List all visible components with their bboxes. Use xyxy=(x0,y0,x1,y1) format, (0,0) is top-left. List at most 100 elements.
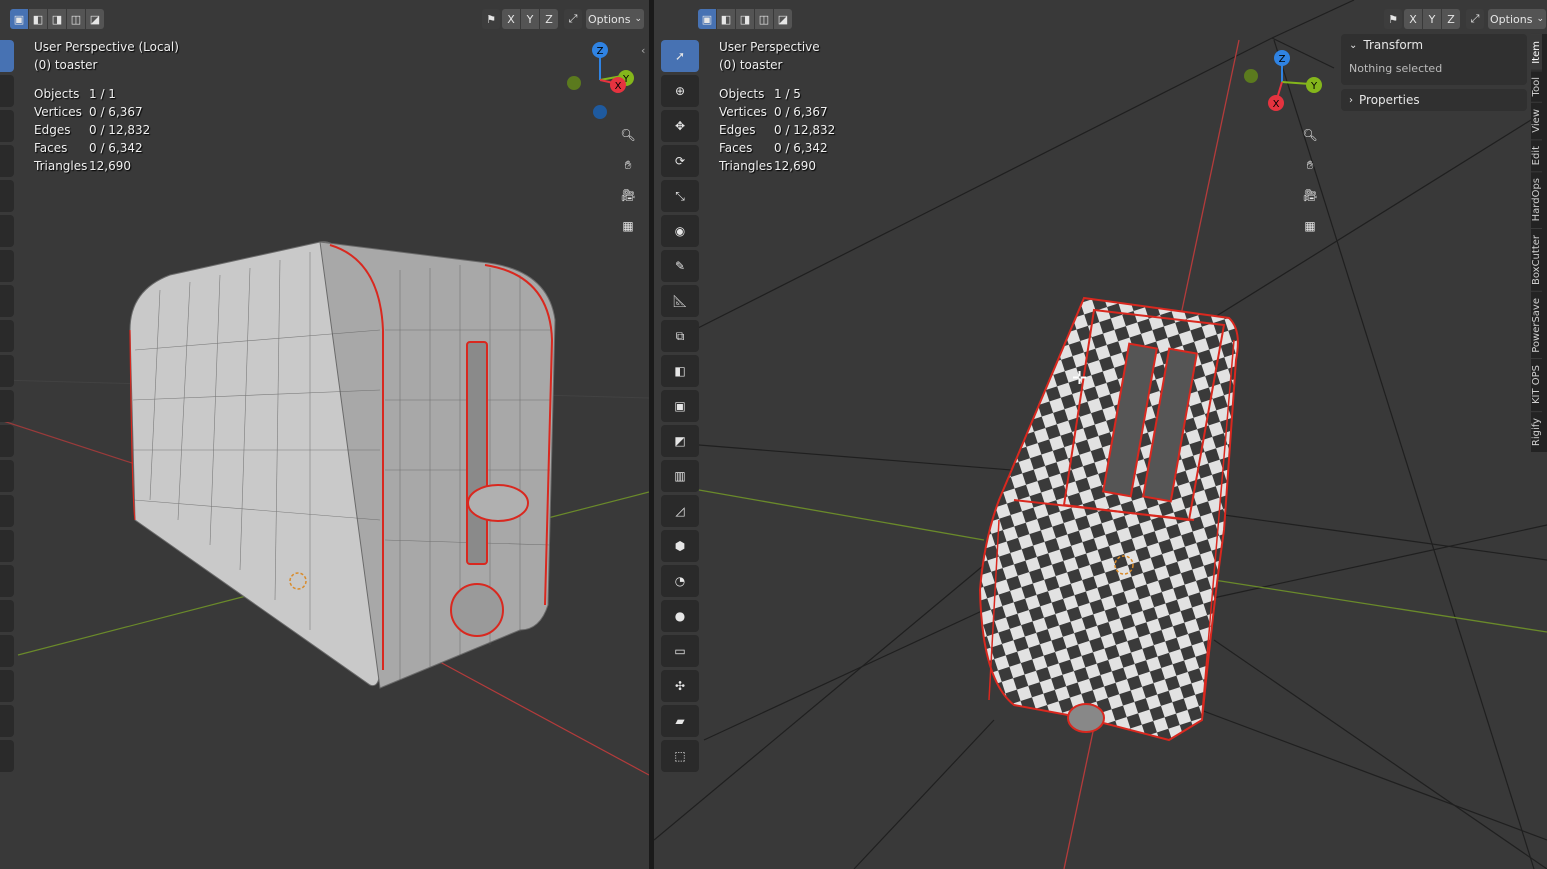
snap-icon[interactable]: ⤢ xyxy=(1466,9,1484,29)
select-box-tool[interactable] xyxy=(0,40,14,72)
camera-icon[interactable]: 🎥︎ xyxy=(615,182,641,208)
extrude-tool[interactable] xyxy=(0,355,14,387)
rotate-tool[interactable]: ⟳ xyxy=(661,145,699,177)
shear-tool[interactable]: ▰ xyxy=(661,705,699,737)
stat-label: Objects xyxy=(719,87,765,101)
bevel-tool[interactable] xyxy=(0,425,14,457)
select-subtract-button[interactable]: ◨ xyxy=(48,9,66,29)
zoom-icon[interactable]: 🔍︎ xyxy=(1297,122,1323,148)
add-cube-tool[interactable] xyxy=(0,320,14,352)
select-subtract-button[interactable]: ◨ xyxy=(736,9,754,29)
left-header-right: ⚑ X Y Z ⤢ Options ⌄ xyxy=(482,6,644,32)
transform-panel-header[interactable]: ⌄ Transform xyxy=(1341,34,1527,56)
axis-z-toggle[interactable]: Z xyxy=(1442,9,1460,29)
inset-tool[interactable]: ▣ xyxy=(661,390,699,422)
inset-tool[interactable] xyxy=(0,390,14,422)
stat-row: Triangles 12,690 xyxy=(34,157,150,175)
axis-x-toggle[interactable]: X xyxy=(1404,9,1422,29)
select-invert-button[interactable]: ◫ xyxy=(755,9,773,29)
move-tool[interactable] xyxy=(0,110,14,142)
extrude-tool[interactable]: ◧ xyxy=(661,355,699,387)
select-intersect-button[interactable]: ◪ xyxy=(86,9,104,29)
options-dropdown[interactable]: Options ⌄ xyxy=(1488,9,1546,29)
loop-cut-tool[interactable] xyxy=(0,460,14,492)
select-invert-button[interactable]: ◫ xyxy=(67,9,85,29)
edge-slide-tool[interactable] xyxy=(0,635,14,667)
left-viewport[interactable]: ▣ ◧ ◨ ◫ ◪ ⚑ X Y Z ⤢ Options ⌄ User Persp… xyxy=(0,0,649,869)
bevel-tool[interactable]: ◩ xyxy=(661,425,699,457)
chevron-down-icon: ⌄ xyxy=(1536,14,1544,24)
shrink-tool[interactable] xyxy=(0,670,14,702)
gizmo-z-label: Z xyxy=(597,46,604,57)
right-viewport[interactable]: ✛ ▣ ◧ ◨ ◫ ◪ ⚑ X Y Z ⤢ Options ⌄ User Per… xyxy=(654,0,1547,869)
mirror-icon[interactable]: ⚑ xyxy=(1384,9,1402,29)
cursor-tool[interactable] xyxy=(0,75,14,107)
rip-tool[interactable] xyxy=(0,740,14,772)
stat-value: 1 / 5 xyxy=(774,87,801,101)
select-extend-button[interactable]: ◧ xyxy=(29,9,47,29)
select-new-button[interactable]: ▣ xyxy=(698,9,716,29)
properties-panel-header[interactable]: › Properties xyxy=(1341,89,1527,111)
smooth-tool[interactable]: ● xyxy=(661,600,699,632)
loop-cut-tool[interactable]: ▥ xyxy=(661,460,699,492)
tab-rigify[interactable]: Rigify xyxy=(1531,410,1542,452)
select-intersect-button[interactable]: ◪ xyxy=(774,9,792,29)
tab-item[interactable]: Item xyxy=(1531,34,1542,70)
annotate-tool[interactable] xyxy=(0,250,14,282)
pan-hand-icon[interactable]: ✋︎ xyxy=(1297,152,1323,178)
annotate-tool[interactable]: ✎ xyxy=(661,250,699,282)
grid-perspective-icon[interactable]: ▦ xyxy=(1297,213,1323,239)
measure-tool[interactable] xyxy=(0,285,14,317)
axis-x-toggle[interactable]: X xyxy=(502,9,520,29)
edge-slide-tool[interactable]: ▭ xyxy=(661,635,699,667)
select-box-tool[interactable]: ➚ xyxy=(661,40,699,72)
stat-value: 12,690 xyxy=(774,159,816,173)
tab-powersave[interactable]: PowerSave xyxy=(1531,290,1542,359)
poly-build-tool[interactable] xyxy=(0,530,14,562)
tab-view[interactable]: View xyxy=(1531,102,1542,139)
grid-perspective-icon[interactable]: ▦ xyxy=(615,213,641,239)
pan-hand-icon[interactable]: ✋︎ xyxy=(615,152,641,178)
axis-z-toggle[interactable]: Z xyxy=(540,9,558,29)
transform-tool[interactable] xyxy=(0,215,14,247)
spin-tool[interactable]: ◔ xyxy=(661,565,699,597)
select-new-button[interactable]: ▣ xyxy=(10,9,28,29)
tab-tool[interactable]: Tool xyxy=(1531,69,1542,103)
tab-kitops[interactable]: KIT OPS xyxy=(1531,358,1542,411)
stat-label: Objects xyxy=(34,87,80,101)
rotate-tool[interactable] xyxy=(0,145,14,177)
view-info: User Perspective (Local) (0) toaster xyxy=(34,38,179,74)
knife-tool[interactable] xyxy=(0,495,14,527)
poly-build-tool[interactable]: ⬢ xyxy=(661,530,699,562)
scale-tool[interactable]: ⤡ xyxy=(661,180,699,212)
gizmo-neg-y xyxy=(567,76,581,90)
options-dropdown[interactable]: Options ⌄ xyxy=(586,9,644,29)
axis-y-toggle[interactable]: Y xyxy=(521,9,539,29)
chevron-left-icon[interactable]: ‹ xyxy=(641,44,645,57)
axis-gizmo[interactable]: Z Y X xyxy=(560,40,640,124)
add-cube-tool[interactable]: ⧉ xyxy=(661,320,699,352)
move-tool[interactable]: ✥ xyxy=(661,110,699,142)
measure-tool[interactable]: 📐︎ xyxy=(661,285,699,317)
tab-boxcutter[interactable]: BoxCutter xyxy=(1531,227,1542,291)
crosshair-icon: ✛ xyxy=(1072,368,1087,389)
axis-y-toggle[interactable]: Y xyxy=(1423,9,1441,29)
shrink-tool[interactable]: ✣ xyxy=(661,670,699,702)
tab-hardops[interactable]: HardOps xyxy=(1531,171,1542,228)
cursor-tool[interactable]: ⊕ xyxy=(661,75,699,107)
stat-row: Vertices 0 / 6,367 xyxy=(34,103,150,121)
transform-tool[interactable]: ◉ xyxy=(661,215,699,247)
zoom-icon[interactable]: 🔍︎ xyxy=(615,122,641,148)
shear-tool[interactable] xyxy=(0,705,14,737)
smooth-tool[interactable] xyxy=(0,600,14,632)
spin-tool[interactable] xyxy=(0,565,14,597)
snap-icon[interactable]: ⤢ xyxy=(564,9,582,29)
scale-tool[interactable] xyxy=(0,180,14,212)
mirror-icon[interactable]: ⚑ xyxy=(482,9,500,29)
axis-gizmo[interactable]: Z Y X xyxy=(1244,46,1324,120)
select-extend-button[interactable]: ◧ xyxy=(717,9,735,29)
tab-edit[interactable]: Edit xyxy=(1531,138,1542,172)
knife-tool[interactable]: ◿ xyxy=(661,495,699,527)
rip-tool[interactable]: ⬚ xyxy=(661,740,699,772)
camera-icon[interactable]: 🎥︎ xyxy=(1297,182,1323,208)
